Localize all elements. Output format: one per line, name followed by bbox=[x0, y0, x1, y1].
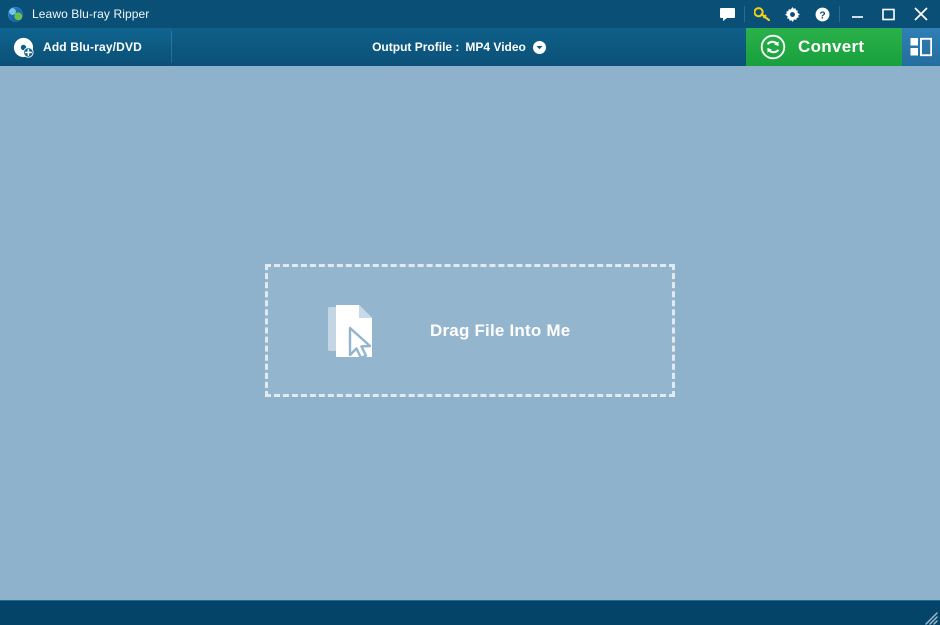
help-icon[interactable]: ? bbox=[807, 0, 837, 28]
gear-icon[interactable] bbox=[777, 0, 807, 28]
globe-icon bbox=[8, 6, 23, 22]
key-icon[interactable] bbox=[747, 0, 777, 28]
application-window: Leawo Blu-ray Ripper ? Add Blu-ray/DVD O… bbox=[0, 0, 940, 625]
status-bar bbox=[0, 600, 940, 625]
maximize-icon[interactable] bbox=[873, 0, 904, 28]
main-stage: Drag File Into Me bbox=[0, 66, 940, 600]
disc-plus-icon bbox=[13, 37, 34, 58]
window-title: Leawo Blu-ray Ripper bbox=[32, 7, 150, 21]
convert-button[interactable]: Convert bbox=[746, 28, 902, 66]
dropzone-label: Drag File Into Me bbox=[430, 320, 571, 340]
main-toolbar: Add Blu-ray/DVD Output Profile : MP4 Vid… bbox=[0, 28, 940, 66]
title-bar: Leawo Blu-ray Ripper ? bbox=[0, 0, 940, 28]
minimize-icon[interactable] bbox=[842, 0, 873, 28]
window-controls: ? bbox=[712, 0, 940, 28]
panel-layout-icon[interactable] bbox=[902, 28, 940, 66]
add-bluray-dvd-button[interactable]: Add Blu-ray/DVD bbox=[0, 28, 172, 66]
add-bluray-dvd-label: Add Blu-ray/DVD bbox=[43, 40, 142, 54]
output-profile-label: Output Profile : bbox=[372, 40, 460, 54]
feedback-icon[interactable] bbox=[712, 0, 742, 28]
resize-grip-icon[interactable] bbox=[922, 609, 938, 625]
file-cursor-icon bbox=[328, 303, 378, 359]
svg-text:?: ? bbox=[819, 10, 825, 21]
output-profile-value: MP4 Video bbox=[465, 40, 526, 54]
close-icon[interactable] bbox=[904, 0, 938, 28]
control-divider bbox=[744, 6, 745, 22]
output-profile-selector[interactable]: Output Profile : MP4 Video bbox=[172, 28, 746, 66]
control-divider bbox=[839, 6, 840, 22]
file-dropzone[interactable]: Drag File Into Me bbox=[265, 264, 675, 397]
title-bar-left: Leawo Blu-ray Ripper bbox=[0, 6, 150, 22]
convert-label: Convert bbox=[798, 37, 865, 56]
convert-refresh-icon bbox=[760, 34, 786, 60]
chevron-down-circle-icon[interactable] bbox=[532, 40, 546, 54]
